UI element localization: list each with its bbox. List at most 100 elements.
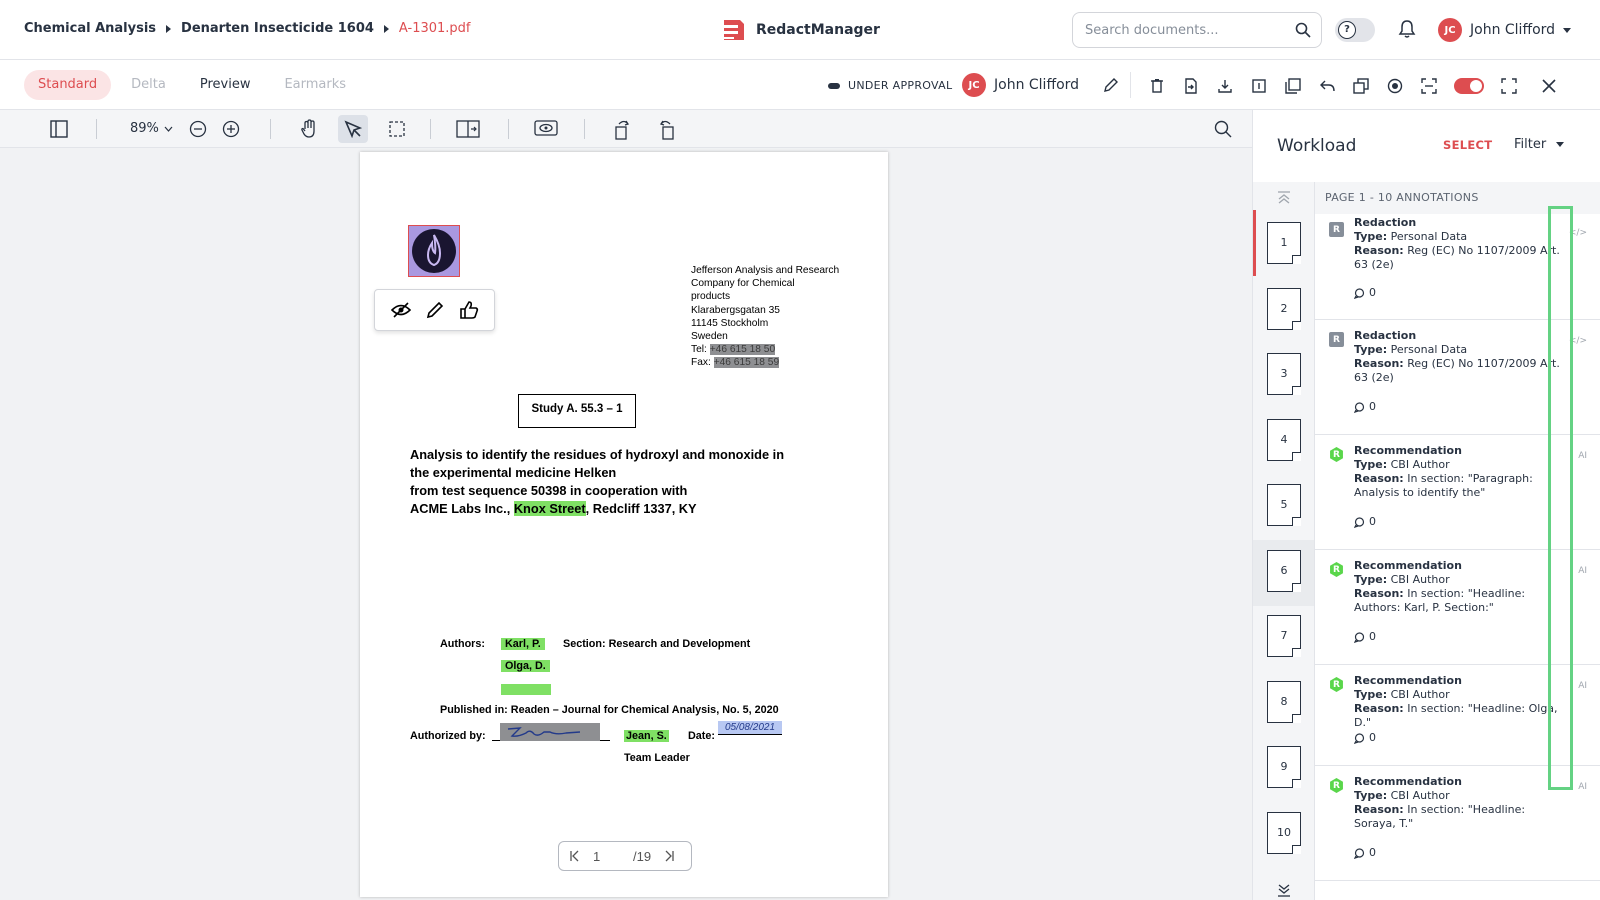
logo-redaction[interactable]	[408, 225, 460, 277]
notifications-bell-icon[interactable]	[1398, 19, 1416, 39]
scroll-bottom-icon[interactable]	[1277, 884, 1291, 898]
search-icon[interactable]	[1295, 22, 1311, 38]
annotation-actions-popover	[374, 289, 495, 331]
compare-pages-icon[interactable]	[453, 115, 483, 143]
authorizer-recommendation[interactable]: Jean, S.	[624, 730, 669, 742]
help-mode-toggle[interactable]: ?	[1335, 18, 1375, 42]
source-tag: AI	[1578, 566, 1587, 576]
document-page[interactable]: Jefferson Analysis and Research Company …	[360, 152, 888, 897]
comments-count[interactable]: 0	[1354, 286, 1376, 300]
copy-icon[interactable]	[1344, 73, 1378, 99]
fullscreen-icon[interactable]	[1492, 73, 1526, 99]
annotation-details: Redaction Type: Personal Data Reason: Re…	[1354, 329, 1564, 385]
search-icon[interactable]	[1208, 115, 1238, 143]
analysis-line: from test sequence 50398 in cooperation …	[410, 483, 688, 498]
page-number-input[interactable]: 1	[593, 849, 633, 864]
date-recommendation[interactable]: 05/08/2021	[718, 721, 782, 735]
record-icon[interactable]	[1378, 73, 1412, 99]
tab-delta[interactable]: Delta	[117, 70, 180, 100]
page-thumbnail[interactable]: 10	[1267, 812, 1301, 854]
tab-earmarks[interactable]: Earmarks	[270, 70, 360, 100]
divider	[584, 119, 585, 139]
close-icon[interactable]	[1532, 73, 1566, 99]
annotation-details: Recommendation Type: CBI Author Reason: …	[1354, 444, 1564, 500]
page-thumbnail[interactable]: 5	[1267, 484, 1301, 526]
page-thumbnail[interactable]: 4	[1267, 419, 1301, 461]
edit-pencil-icon[interactable]	[1103, 77, 1119, 93]
divider	[508, 119, 509, 139]
assignee[interactable]: JC John Clifford	[962, 73, 1119, 97]
import-icon[interactable]	[1174, 73, 1208, 99]
document-viewer[interactable]: Jefferson Analysis and Research Company …	[0, 148, 1252, 900]
scroll-top-icon[interactable]	[1277, 190, 1291, 204]
fax-redaction[interactable]: +46 615 18 59	[713, 357, 780, 369]
tel-label: Tel:	[691, 344, 707, 356]
page-thumbnail[interactable]: 9	[1267, 746, 1301, 788]
type-label: Type:	[1354, 458, 1388, 471]
page-thumbnail[interactable]: 7	[1267, 615, 1301, 657]
section-text: Section: Research and Development	[563, 638, 751, 650]
tel-redaction[interactable]: +46 615 18 50	[709, 344, 776, 356]
comments-count[interactable]: 0	[1354, 846, 1376, 860]
rotate-left-icon[interactable]	[607, 115, 637, 143]
avatar: JC	[1438, 18, 1462, 42]
edit-pencil-icon[interactable]	[426, 301, 444, 319]
search-box[interactable]	[1072, 12, 1322, 48]
breadcrumb-dossier[interactable]: Denarten Insecticide 1604	[181, 21, 374, 36]
page-thumbnail[interactable]: 8	[1267, 681, 1301, 723]
sidebar-toggle-icon[interactable]	[44, 115, 74, 143]
rotate-right-icon[interactable]	[652, 115, 682, 143]
user-menu[interactable]: JC John Clifford	[1438, 18, 1572, 42]
annotation-type: CBI Author	[1390, 789, 1450, 802]
avatar: JC	[962, 73, 986, 97]
acme-suffix: , Redcliff 1337, KY	[585, 501, 697, 516]
zoom-in-icon[interactable]	[216, 115, 246, 143]
comments-count[interactable]: 0	[1354, 731, 1376, 745]
app-brand[interactable]: RedactManager	[718, 16, 880, 44]
exclude-toggle[interactable]	[1454, 78, 1484, 94]
comments-count[interactable]: 0	[1354, 515, 1376, 529]
breadcrumb-file[interactable]: A-1301.pdf	[399, 21, 471, 36]
filter-label: Filter	[1514, 137, 1547, 152]
first-page-icon[interactable]	[569, 850, 581, 862]
author-recommendation[interactable]: Karl, P.	[501, 638, 545, 650]
comment-icon	[1354, 287, 1365, 299]
download-icon[interactable]	[1208, 73, 1242, 99]
comments-value: 0	[1369, 515, 1376, 528]
select-cursor-icon[interactable]	[338, 115, 368, 143]
thumbs-up-icon[interactable]	[459, 301, 479, 319]
last-page-icon[interactable]	[663, 850, 675, 862]
breadcrumb-separator-icon	[166, 24, 172, 33]
filter-dropdown[interactable]: Filter	[1514, 137, 1565, 152]
delete-icon[interactable]	[1140, 73, 1174, 99]
breadcrumb-dossier-template[interactable]: Chemical Analysis	[24, 21, 156, 36]
select-button[interactable]: SELECT	[1443, 138, 1492, 152]
page-thumbnail[interactable]: 1	[1267, 222, 1301, 264]
comments-count[interactable]: 0	[1354, 630, 1376, 644]
street-recommendation[interactable]: Knox Street	[513, 501, 586, 516]
comments-value: 0	[1369, 731, 1376, 744]
compare-icon[interactable]	[1276, 73, 1310, 99]
preview-eye-icon[interactable]	[531, 115, 561, 143]
page-thumbnail[interactable]: 6	[1267, 550, 1301, 592]
empty-recommendation[interactable]	[501, 684, 551, 695]
page-thumbnail[interactable]: 2	[1267, 288, 1301, 330]
comments-value: 0	[1369, 630, 1376, 643]
area-select-icon[interactable]	[382, 115, 412, 143]
undo-icon[interactable]	[1310, 73, 1344, 99]
tab-preview[interactable]: Preview	[186, 70, 265, 100]
hide-eye-icon[interactable]	[390, 302, 411, 318]
search-input[interactable]	[1085, 13, 1295, 47]
zoom-out-icon[interactable]	[183, 115, 213, 143]
page-thumbnail[interactable]: 3	[1267, 353, 1301, 395]
document-info-icon[interactable]	[1242, 73, 1276, 99]
pan-hand-icon[interactable]	[294, 115, 324, 143]
ocr-scan-icon[interactable]	[1412, 73, 1446, 99]
tab-standard[interactable]: Standard	[24, 70, 112, 100]
comments-count[interactable]: 0	[1354, 400, 1376, 414]
zoom-select[interactable]: 89%	[130, 121, 173, 136]
date-label: Date:	[688, 730, 715, 742]
signature-redaction[interactable]	[500, 723, 600, 741]
author-recommendation[interactable]: Olga, D.	[501, 660, 550, 672]
fax-line: Fax: +46 615 18 59	[691, 356, 839, 369]
